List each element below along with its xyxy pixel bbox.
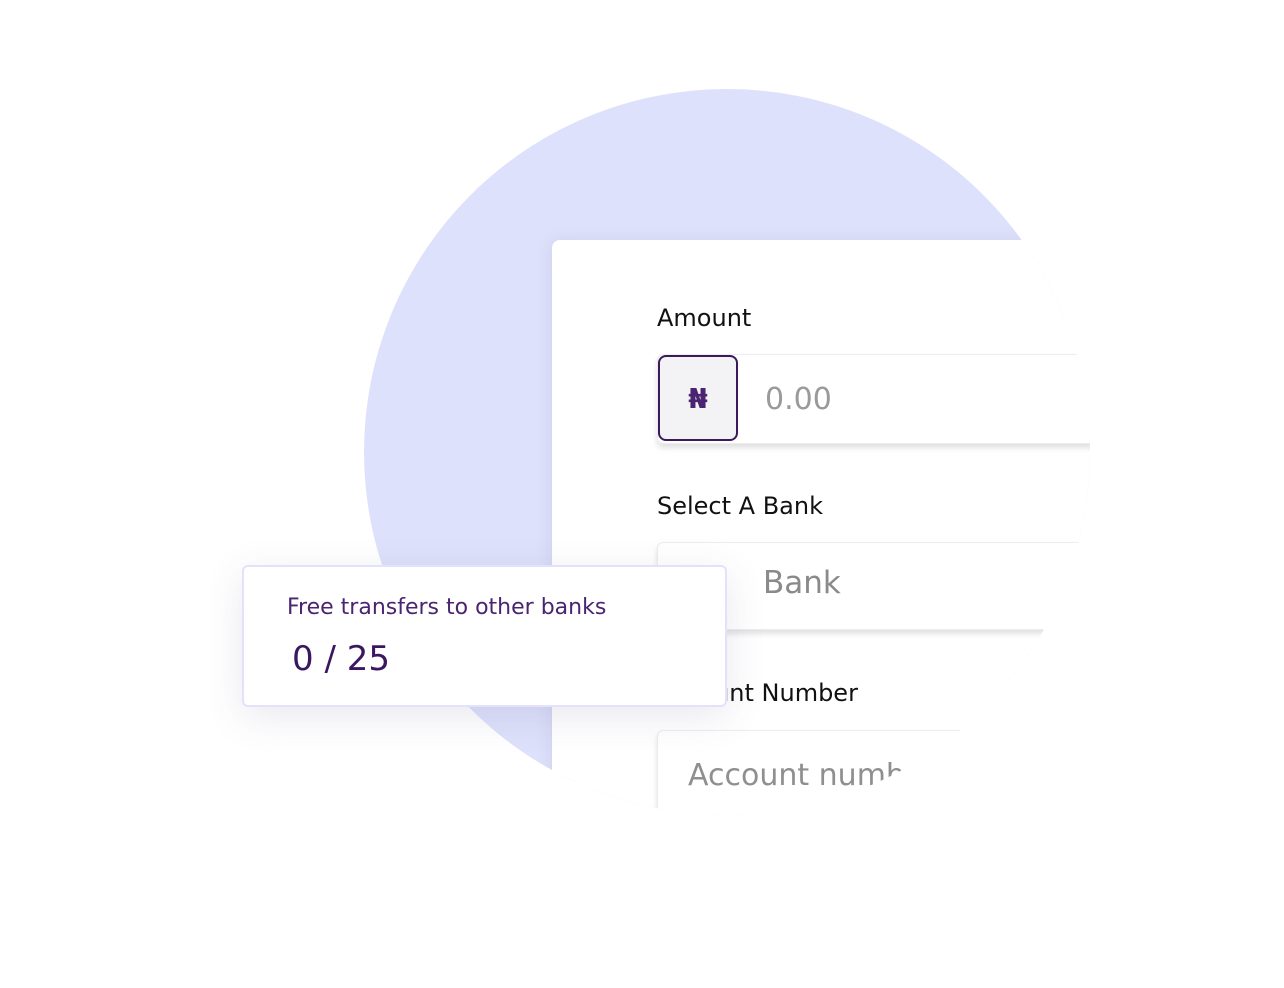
currency-selector[interactable]: ₦	[658, 355, 738, 441]
bank-select-value: Bank	[763, 565, 841, 601]
transfer-promo-stage: Amount ₦ Select A Bank Bank Account Numb…	[0, 0, 1284, 988]
free-transfers-title: Free transfers to other banks	[287, 595, 607, 620]
free-transfers-card: Free transfers to other banks 0 / 25	[242, 565, 727, 707]
amount-input[interactable]	[763, 375, 1090, 423]
bank-label: Select A Bank	[657, 492, 823, 520]
transfer-form-card: Amount ₦ Select A Bank Bank Account Numb…	[552, 240, 1090, 815]
amount-field: ₦	[657, 354, 1090, 444]
free-transfers-count: 0 / 25	[292, 639, 390, 679]
account-number-input[interactable]	[686, 751, 1090, 799]
account-number-field	[657, 730, 1090, 815]
amount-label: Amount	[657, 304, 752, 332]
naira-icon: ₦	[688, 381, 708, 415]
